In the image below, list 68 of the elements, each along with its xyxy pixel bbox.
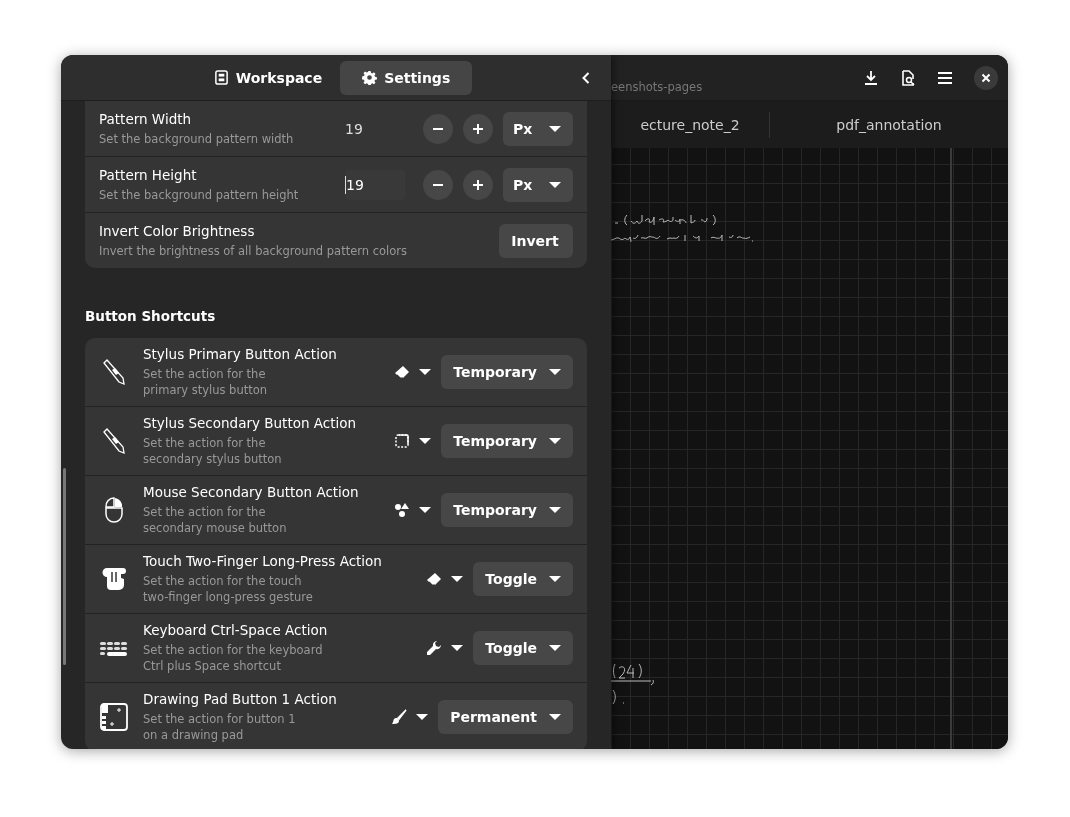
shortcut-title: Drawing Pad Button 1 Action xyxy=(143,691,338,707)
number-field[interactable]: 19 xyxy=(345,113,405,144)
section-heading: Button Shortcuts xyxy=(85,308,217,324)
caret-icon xyxy=(416,713,429,721)
mode-dropdown[interactable]: Toggle xyxy=(473,562,573,596)
setting-description: Invert the brightness of all background pattern colors xyxy=(99,242,409,259)
setting-title: Invert Color Brightness xyxy=(99,222,256,239)
caret-icon xyxy=(549,644,561,652)
plus-button[interactable] xyxy=(463,169,493,200)
setting-title: Pattern Height xyxy=(99,166,198,183)
mode-dropdown[interactable]: Toggle xyxy=(473,631,573,665)
unit-dropdown[interactable]: Px xyxy=(503,167,573,202)
plus-button[interactable] xyxy=(463,113,493,144)
document-title: eenshots-pages xyxy=(611,79,703,94)
caret-icon xyxy=(419,368,432,376)
shortcut-title: Mouse Secondary Button Action xyxy=(143,484,360,500)
caret-icon xyxy=(549,575,561,583)
invert-button[interactable]: Invert xyxy=(499,223,573,258)
caret-icon xyxy=(451,644,464,652)
caret-icon xyxy=(549,506,561,514)
caret-icon xyxy=(549,437,561,445)
shortcut-title: Touch Two-Finger Long-Press Action xyxy=(143,553,383,569)
shortcut-title: Stylus Primary Button Action xyxy=(143,346,338,362)
menu-icon[interactable] xyxy=(937,69,953,86)
document-search-icon[interactable] xyxy=(900,69,916,86)
minus-button[interactable] xyxy=(423,113,453,144)
shortcut-description: Set the action for the secondary stylus button xyxy=(143,435,283,467)
minus-button[interactable] xyxy=(423,169,453,200)
caret-icon xyxy=(549,124,561,133)
sidebar-tab[interactable]: Workspace xyxy=(199,60,337,95)
brush-icon xyxy=(391,709,408,725)
close-button[interactable] xyxy=(974,65,998,90)
mode-dropdown[interactable]: Temporary xyxy=(441,424,573,458)
shortcut-title: Stylus Secondary Button Action xyxy=(143,415,358,431)
caret-icon xyxy=(549,368,561,376)
drawer-icon xyxy=(213,70,229,85)
eraser-icon xyxy=(426,571,443,587)
shortcut-description: Set the action for the keyboard Ctrl plus Space shortcut xyxy=(143,642,324,674)
download-icon[interactable] xyxy=(863,69,879,86)
caret-icon xyxy=(451,575,464,583)
shortcut-title: Keyboard Ctrl-Space Action xyxy=(143,622,329,638)
caret-icon xyxy=(549,180,561,189)
shortcut-description: Set the action for the primary stylus button xyxy=(143,366,269,398)
shortcut-description: Set the action for the touch two-finger long-press gesture xyxy=(143,573,314,605)
mode-dropdown[interactable]: Temporary xyxy=(441,493,573,527)
number-field[interactable]: 19 xyxy=(345,169,405,200)
settings-icon xyxy=(362,70,378,85)
caret-icon xyxy=(419,437,432,445)
caret-icon xyxy=(419,506,432,514)
setting-description: Set the background pattern width xyxy=(99,130,295,147)
wrench-icon xyxy=(426,640,443,656)
mode-dropdown[interactable]: Permanent xyxy=(438,700,573,734)
setting-description: Set the background pattern height xyxy=(99,186,300,203)
selection-icon xyxy=(394,433,411,449)
scrollbar-thumb[interactable] xyxy=(63,468,66,665)
shapes-icon xyxy=(394,502,411,518)
setting-title: Pattern Width xyxy=(99,110,193,127)
eraser-icon xyxy=(394,364,411,380)
mode-dropdown[interactable]: Temporary xyxy=(441,355,573,389)
drawing-pad-icon xyxy=(99,702,129,732)
handwriting-drawing xyxy=(611,663,655,705)
sidebar-tab[interactable]: Settings xyxy=(340,60,473,95)
document-tab[interactable]: ecture_note_2 xyxy=(611,111,769,138)
document-tab[interactable]: pdf_annotation xyxy=(769,111,1008,138)
shortcut-description: Set the action for button 1 on a drawing pad xyxy=(143,711,297,743)
unit-dropdown[interactable]: Px xyxy=(503,111,573,146)
caret-icon xyxy=(549,713,561,721)
shortcut-description: Set the action for the secondary mouse button xyxy=(143,504,288,536)
